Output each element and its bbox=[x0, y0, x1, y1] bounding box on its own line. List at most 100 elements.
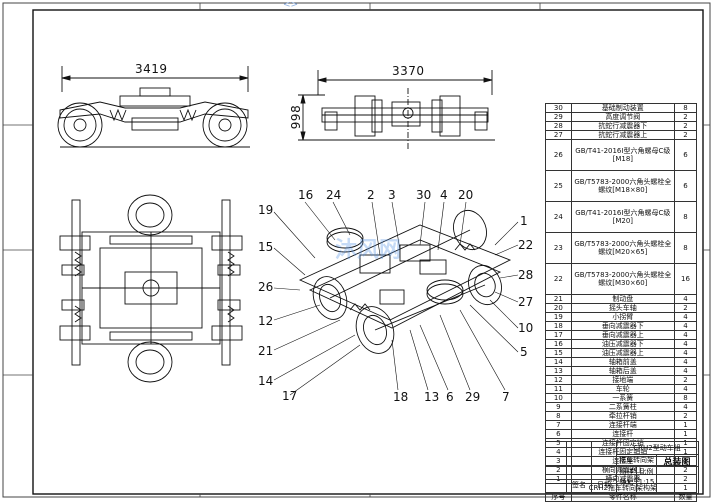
callout-3: 3 bbox=[388, 188, 396, 202]
bom-cell-qty: 4 bbox=[673, 357, 698, 367]
callout-29: 29 bbox=[465, 390, 481, 404]
bom-cell-qty: 8 bbox=[673, 201, 698, 233]
bom-cell-name: 制动盘 bbox=[570, 294, 675, 304]
callout-19: 19 bbox=[258, 203, 274, 217]
bom-cell-name: 抗蛇行减震器下 bbox=[570, 121, 675, 131]
bom-row: 15 油压减震器上 4 bbox=[545, 348, 698, 358]
bom-row: 8 牵拉杆销 2 bbox=[545, 411, 698, 421]
bom-cell-qty: 2 bbox=[673, 112, 698, 122]
bom-cell-no: 8 bbox=[545, 411, 572, 421]
bom-cell-no: 13 bbox=[545, 366, 572, 376]
bom-row: 13 轴箱后盖 4 bbox=[545, 366, 698, 376]
bom-cell-no: 15 bbox=[545, 348, 572, 358]
bom-cell-qty: 4 bbox=[673, 366, 698, 376]
callout-28: 28 bbox=[518, 268, 534, 282]
drawing-type: 总装图 bbox=[663, 458, 691, 468]
bom-cell-name: 基础制动装置 bbox=[570, 103, 675, 113]
bom-row: 9 二系簧柱 4 bbox=[545, 402, 698, 412]
drawing-sheet: <> 沐风网 3419 3370 998 16 24 2 3 30 4 20 1… bbox=[0, 0, 713, 502]
front-width-dimension: 3370 bbox=[392, 64, 425, 78]
bom-row: 23 GB/T5783-2000六角头螺栓全螺纹[M20×65] 8 bbox=[545, 232, 698, 264]
drawing-title-line-2: 拖车转向架 bbox=[619, 456, 654, 464]
bom-cell-no: 24 bbox=[545, 201, 572, 233]
callout-18: 18 bbox=[393, 390, 409, 404]
bom-cell-no: 21 bbox=[545, 294, 572, 304]
bom-cell-name: 车轮 bbox=[570, 384, 675, 394]
bom-cell-name: 轴箱后盖 bbox=[570, 366, 675, 376]
plan-view bbox=[59, 194, 243, 383]
bom-row: 16 油压减震器下 4 bbox=[545, 339, 698, 349]
bom-cell-qty: 4 bbox=[673, 312, 698, 322]
bom-cell-qty: 4 bbox=[673, 384, 698, 394]
callout-7: 7 bbox=[502, 390, 510, 404]
bom-cell-name: GB/T5783-2000六角头螺栓全螺纹[M20×65] bbox=[570, 232, 675, 264]
bom-row: 19 小拐臂 4 bbox=[545, 312, 698, 322]
bom-row: 14 轴箱前盖 4 bbox=[545, 357, 698, 367]
bom-cell-no: 16 bbox=[545, 339, 572, 349]
scale-value: 1:15 bbox=[638, 478, 655, 486]
bom-cell-name: 连接杆 bbox=[570, 429, 675, 439]
bom-cell-qty: 4 bbox=[673, 348, 698, 358]
bom-row: 12 接地端 2 bbox=[545, 375, 698, 385]
bom-row: 21 制动盘 4 bbox=[545, 294, 698, 304]
bom-cell-qty: 2 bbox=[673, 303, 698, 313]
bom-cell-name: GB/T41-2016I型六角螺母C级[M18] bbox=[570, 139, 675, 171]
bom-cell-qty: 4 bbox=[673, 402, 698, 412]
callout-5: 5 bbox=[520, 345, 528, 359]
bom-cell-no: 30 bbox=[545, 103, 572, 113]
bom-cell-name: 垂向减震器上 bbox=[570, 330, 675, 340]
bom-cell-no: 10 bbox=[545, 393, 572, 403]
bom-cell-no: 12 bbox=[545, 375, 572, 385]
scale-label: 比例 bbox=[639, 468, 654, 476]
callout-22: 22 bbox=[518, 238, 534, 252]
bom-row: 28 抗蛇行减震器下 2 bbox=[545, 121, 698, 131]
bom-row: 10 一系簧 8 bbox=[545, 393, 698, 403]
drawing-title-line-1: CRH2型动车组 bbox=[633, 444, 681, 452]
bom-cell-name: 油压减震器下 bbox=[570, 339, 675, 349]
date-header: 日期 bbox=[597, 481, 611, 489]
bom-cell-qty: 4 bbox=[673, 339, 698, 349]
callout-2: 2 bbox=[367, 188, 375, 202]
bom-cell-no: 18 bbox=[545, 321, 572, 331]
bom-cell-no: 7 bbox=[545, 420, 572, 430]
bom-cell-no: 9 bbox=[545, 402, 572, 412]
bom-cell-no: 25 bbox=[545, 170, 572, 202]
bom-cell-qty: 1 bbox=[673, 429, 698, 439]
bom-cell-no: 17 bbox=[545, 330, 572, 340]
bom-cell-name: 二系簧柱 bbox=[570, 402, 675, 412]
title-block: CRH2型动车组 拖车转向架 总装图 图样标记 比例 A1 1:15 签名 日期 bbox=[545, 441, 699, 494]
bom-cell-no: 14 bbox=[545, 357, 572, 367]
bom-row: 17 垂向减震器上 4 bbox=[545, 330, 698, 340]
bom-cell-no: 11 bbox=[545, 384, 572, 394]
bom-cell-qty: 8 bbox=[673, 393, 698, 403]
bom-cell-no: 22 bbox=[545, 263, 572, 295]
bom-cell-name: 轴箱前盖 bbox=[570, 357, 675, 367]
bom-row: 11 车轮 4 bbox=[545, 384, 698, 394]
bom-cell-no: 26 bbox=[545, 139, 572, 171]
bom-cell-name: 牵拉杆销 bbox=[570, 411, 675, 421]
bom-cell-qty: 4 bbox=[673, 321, 698, 331]
bom-cell-qty: 8 bbox=[673, 232, 698, 264]
bom-cell-no: 28 bbox=[545, 121, 572, 131]
bom-cell-name: 油压减震器上 bbox=[570, 348, 675, 358]
bom-row: 25 GB/T5783-2000六角头螺栓全螺纹[M18×80] 6 bbox=[545, 170, 698, 202]
callout-20: 20 bbox=[458, 188, 474, 202]
bom-row: 26 GB/T41-2016I型六角螺母C级[M18] 6 bbox=[545, 139, 698, 171]
callout-30: 30 bbox=[416, 188, 432, 202]
bom-cell-qty: 4 bbox=[673, 294, 698, 304]
signature-header: 签名 bbox=[572, 481, 586, 489]
callout-10: 10 bbox=[518, 321, 534, 335]
front-height-dimension: 998 bbox=[289, 104, 304, 130]
bom-cell-no: 20 bbox=[545, 303, 572, 313]
side-length-dimension: 3419 bbox=[135, 62, 168, 76]
callout-27: 27 bbox=[518, 295, 534, 309]
bom-cell-qty: 4 bbox=[673, 330, 698, 340]
bom-cell-no: 19 bbox=[545, 312, 572, 322]
bom-row: 30 基础制动装置 8 bbox=[545, 103, 698, 113]
bom-cell-qty: 16 bbox=[673, 263, 698, 295]
callout-6: 6 bbox=[446, 390, 454, 404]
bom-cell-qty: 2 bbox=[673, 375, 698, 385]
callout-15: 15 bbox=[258, 240, 274, 254]
bom-row: 18 垂向减震器下 4 bbox=[545, 321, 698, 331]
callout-24: 24 bbox=[326, 188, 342, 202]
